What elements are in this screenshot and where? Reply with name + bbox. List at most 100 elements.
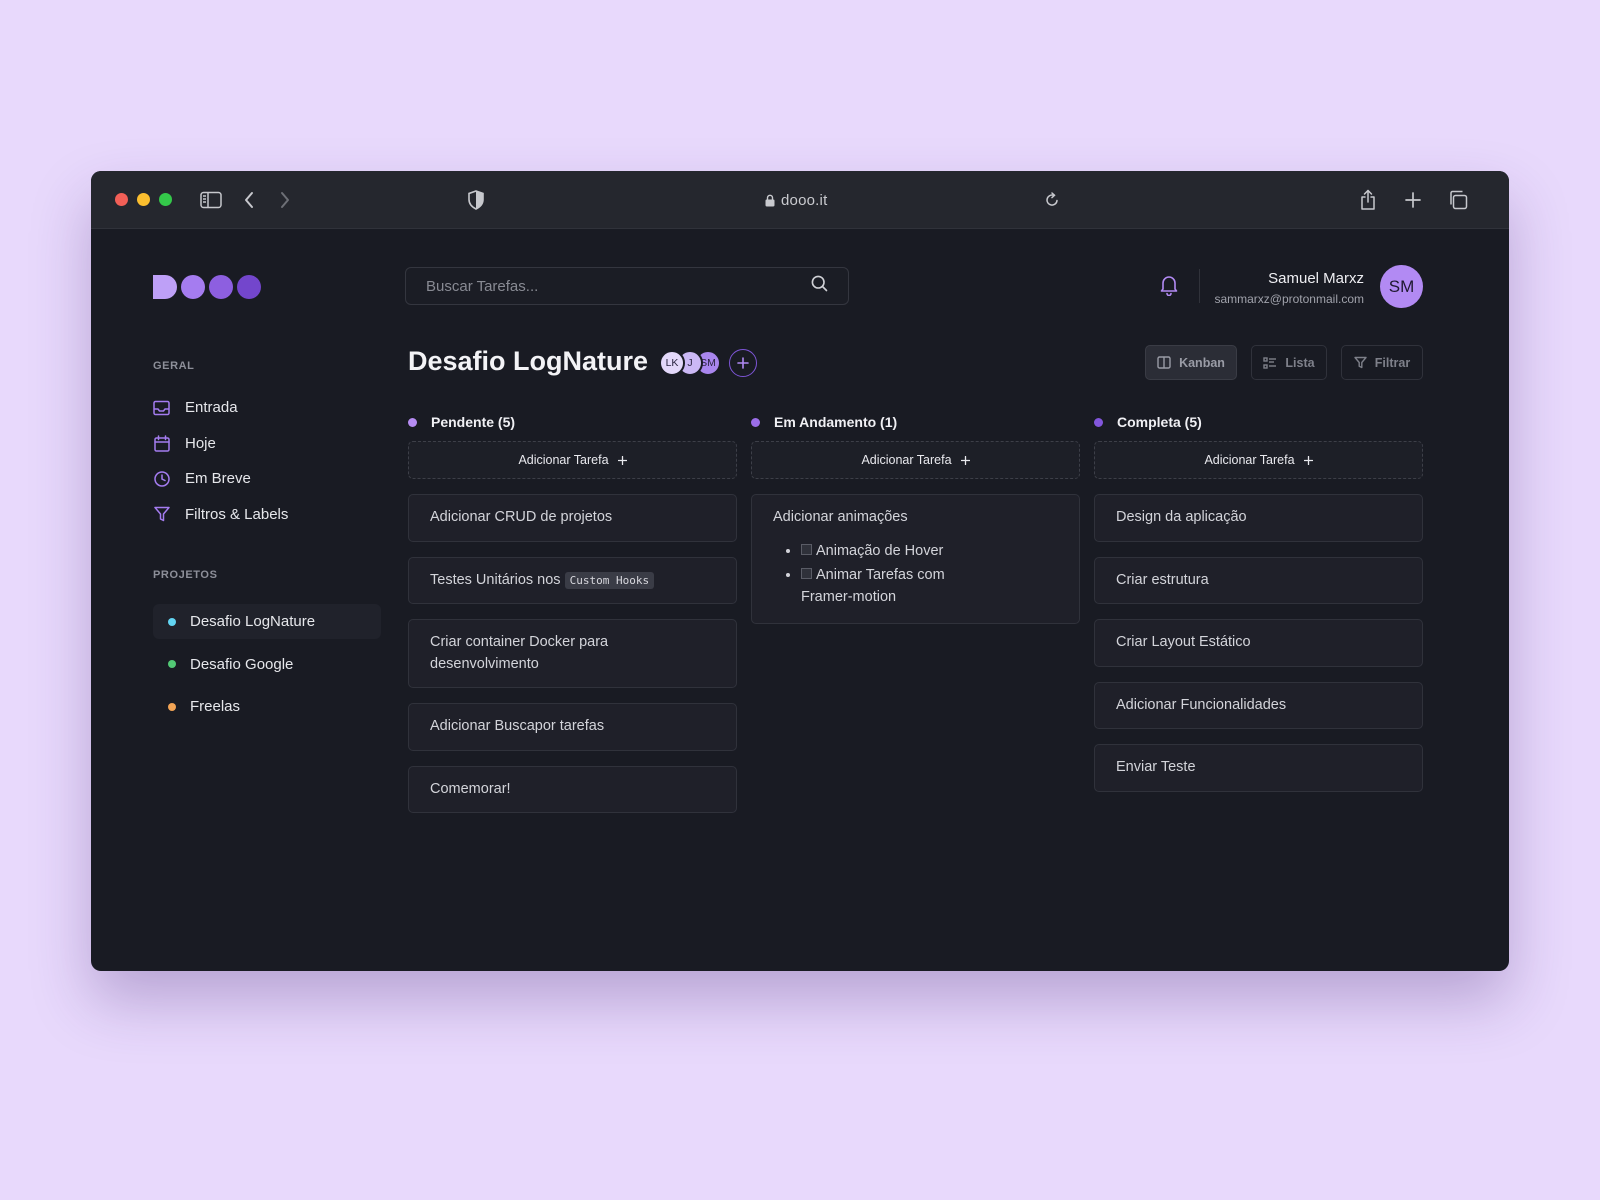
close-window-button[interactable] [115, 193, 128, 206]
inbox-icon [153, 399, 170, 416]
user-avatar[interactable]: SM [1380, 265, 1423, 308]
privacy-shield-icon[interactable] [464, 188, 488, 212]
header-divider [1199, 269, 1200, 303]
add-task-label: Adicionar Tarefa [1204, 453, 1295, 467]
browser-toolbar: dooo.it [91, 171, 1509, 229]
sidebar-item-filtros-labels[interactable]: Filtros & Labels [153, 497, 383, 533]
filter-icon [1354, 356, 1367, 369]
task-card[interactable]: Criar estrutura [1094, 556, 1423, 604]
dooo-logo[interactable] [153, 275, 261, 299]
task-card[interactable]: Criar container Docker para desenvolvime… [408, 619, 737, 688]
add-task-button[interactable]: Adicionar Tarefa [408, 441, 737, 479]
sidebar-item-label: Filtros & Labels [185, 505, 289, 523]
task-title: Criar container Docker para desenvolvime… [430, 634, 609, 672]
sidebar-item-label: Hoje [185, 434, 216, 452]
search-icon[interactable] [811, 275, 828, 297]
sidebar-item-label: Entrada [185, 399, 238, 417]
url-text: dooo.it [781, 191, 828, 209]
browser-window: dooo.it GERAL Entrada Hoje Em Breve Filt… [91, 171, 1509, 971]
plus-icon [1303, 455, 1313, 465]
list-view-button[interactable]: Lista [1251, 345, 1327, 380]
task-title: Testes Unitários nos [430, 571, 565, 588]
project-item-freelas[interactable]: Freelas [153, 689, 381, 724]
user-email: sammarxz@protonmail.com [1214, 292, 1364, 306]
geral-section-label: GERAL [153, 360, 195, 372]
forward-icon[interactable] [273, 188, 297, 212]
member-avatar[interactable]: LK [659, 350, 685, 376]
tab-overview-icon[interactable] [1446, 188, 1470, 212]
column-header: Em Andamento (1) [751, 412, 1080, 432]
projetos-section-label: PROJETOS [153, 569, 218, 581]
task-title: Adicionar Buscapor tarefas [430, 718, 605, 734]
sidebar-item-entrada[interactable]: Entrada [153, 390, 383, 426]
logo-dot [209, 275, 233, 299]
list-label: Lista [1285, 355, 1315, 370]
project-label: Freelas [190, 698, 241, 715]
page-title: Desafio LogNature [408, 346, 649, 376]
task-card[interactable]: Adicionar animações Animação de Hover An… [751, 494, 1080, 624]
task-card[interactable]: Adicionar Buscapor tarefas [408, 703, 737, 751]
checklist-label: Animação de Hover [816, 542, 944, 559]
logo-dot [237, 275, 261, 299]
minimize-window-button[interactable] [137, 193, 150, 206]
logo-letter-d [153, 275, 177, 299]
sidebar-item-hoje[interactable]: Hoje [153, 426, 383, 462]
sidebar-item-em-breve[interactable]: Em Breve [153, 461, 383, 497]
reload-icon[interactable] [1040, 188, 1064, 212]
add-task-button[interactable]: Adicionar Tarefa [1094, 441, 1423, 479]
add-task-button[interactable]: Adicionar Tarefa [751, 441, 1080, 479]
plus-icon [737, 357, 749, 369]
back-icon[interactable] [237, 188, 261, 212]
task-card[interactable]: Adicionar CRUD de projetos [408, 494, 737, 542]
sidebar-item-label: Em Breve [185, 470, 251, 488]
column-completa: Completa (5) Adicionar Tarefa Design da … [1094, 412, 1423, 792]
task-title: Adicionar CRUD de projetos [430, 509, 613, 525]
code-tag: Custom Hooks [564, 571, 655, 589]
task-title: Comemorar! [430, 780, 511, 797]
zoom-window-button[interactable] [159, 193, 172, 206]
logo-dot [181, 275, 205, 299]
task-title: Design da aplicação [1116, 509, 1247, 525]
task-card[interactable]: Criar Layout Estático [1094, 619, 1423, 667]
project-item-desafio-google[interactable]: Desafio Google [153, 647, 381, 682]
add-member-button[interactable] [729, 349, 757, 377]
checklist-item: Animar Tarefas com Framer-motion [801, 565, 1058, 608]
member-avatars: LK J SM [659, 349, 769, 377]
checkbox[interactable] [801, 568, 812, 579]
plus-icon [960, 455, 970, 465]
add-task-label: Adicionar Tarefa [518, 453, 609, 467]
column-pendente: Pendente (5) Adicionar Tarefa Adicionar … [408, 412, 737, 813]
list-icon [1263, 356, 1277, 369]
search-input[interactable] [426, 277, 786, 295]
checklist-item: Animação de Hover [801, 541, 1058, 563]
kanban-label: Kanban [1179, 355, 1225, 370]
new-tab-icon[interactable] [1401, 188, 1425, 212]
task-card[interactable]: Adicionar Funcionalidades [1094, 681, 1423, 729]
column-title: Em Andamento (1) [774, 414, 898, 430]
task-card[interactable]: Testes Unitários nos Custom Hooks [408, 556, 737, 604]
checkbox[interactable] [801, 543, 812, 555]
task-title: Adicionar animações [773, 509, 908, 525]
share-icon[interactable] [1356, 188, 1380, 212]
lock-icon [765, 194, 775, 206]
checklist-label: Animar Tarefas com Framer-motion [801, 567, 945, 605]
column-title: Completa (5) [1117, 414, 1202, 430]
project-color-dot [168, 660, 176, 668]
add-task-label: Adicionar Tarefa [861, 453, 952, 467]
search-box [405, 267, 849, 305]
project-item-desafio-lognature[interactable]: Desafio LogNature [153, 604, 381, 639]
task-card[interactable]: Design da aplicação [1094, 494, 1423, 542]
project-color-dot [168, 702, 176, 711]
filter-button[interactable]: Filtrar [1341, 345, 1423, 380]
task-card[interactable]: Enviar Teste [1094, 744, 1423, 792]
project-list: Desafio LogNature Desafio Google Freelas [153, 604, 381, 732]
filter-icon [153, 506, 170, 523]
bell-icon[interactable] [1157, 272, 1181, 298]
address-bar[interactable]: dooo.it [765, 189, 915, 211]
column-status-dot [1094, 417, 1103, 427]
kanban-view-button[interactable]: Kanban [1145, 345, 1237, 380]
sidebar-toggle-icon[interactable] [199, 188, 223, 212]
user-name: Samuel Marxz [1268, 270, 1364, 287]
plus-icon [617, 455, 627, 465]
task-card[interactable]: Comemorar! [408, 765, 737, 813]
